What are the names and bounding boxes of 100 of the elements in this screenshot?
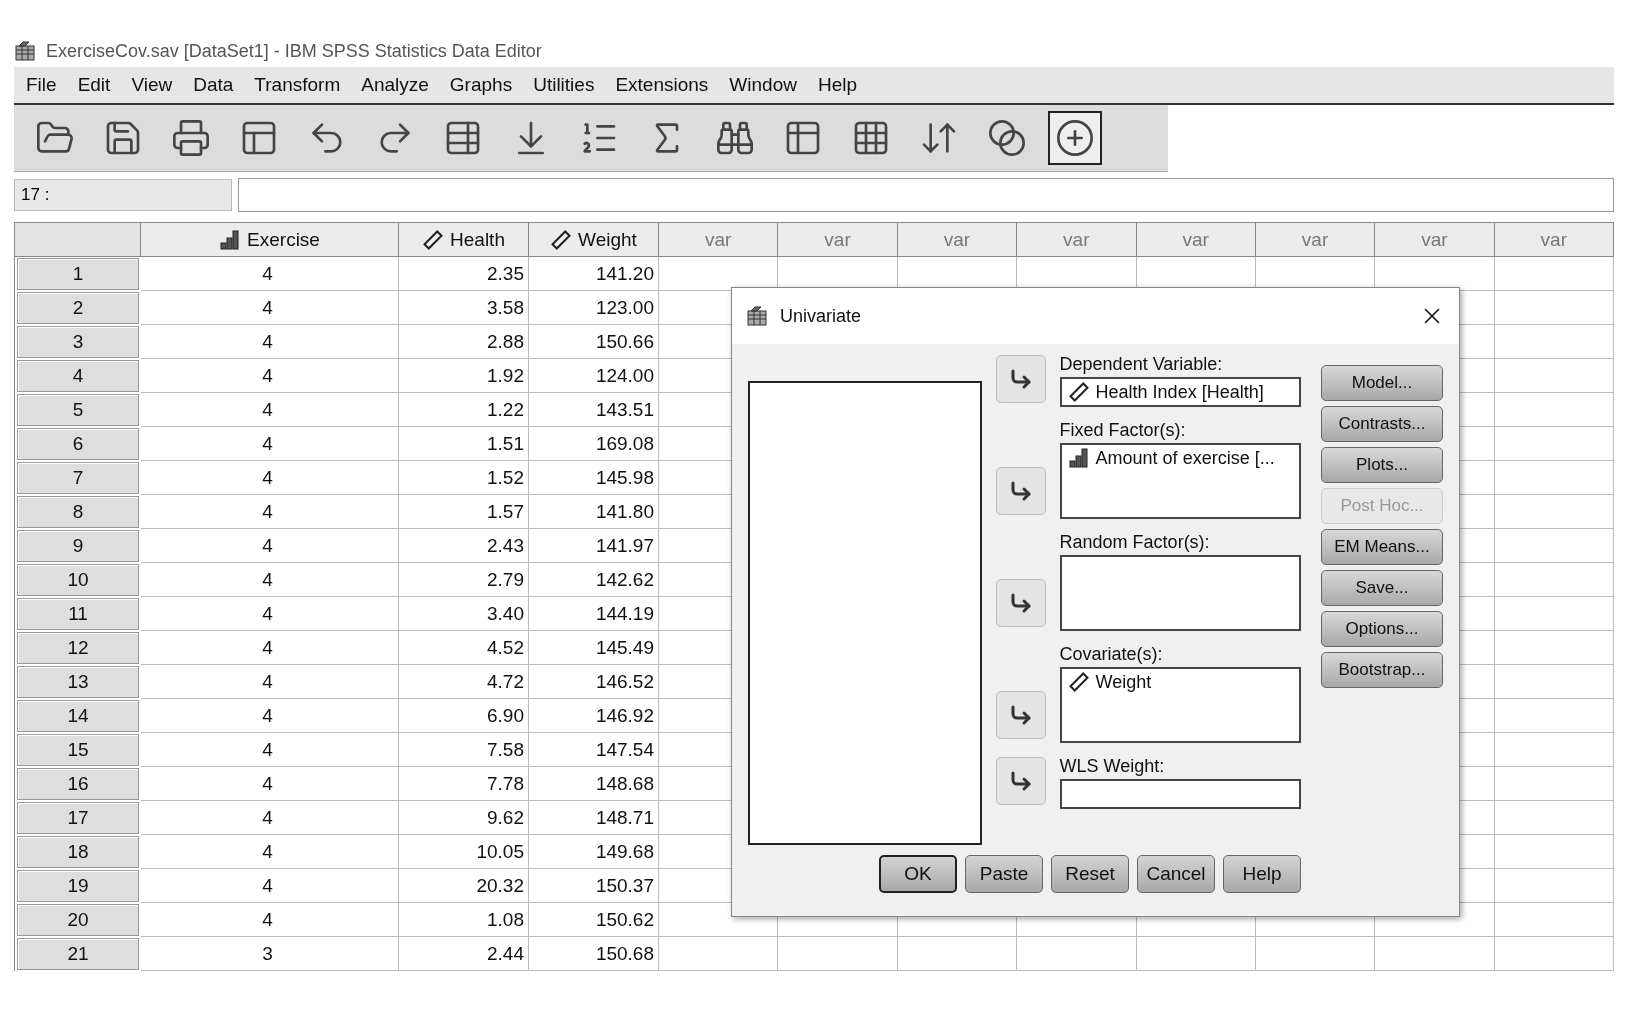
row-number[interactable]: 7 <box>17 462 139 494</box>
empty-cell[interactable] <box>897 937 1018 971</box>
empty-cell[interactable] <box>1494 699 1614 733</box>
move-arrow-button[interactable] <box>995 691 1046 739</box>
column-header[interactable]: var <box>1255 223 1376 257</box>
dialog-button[interactable]: Model... <box>1321 365 1443 401</box>
menu-item[interactable]: File <box>20 74 72 96</box>
empty-cell[interactable] <box>1494 563 1614 597</box>
dialog-button[interactable]: Plots... <box>1321 447 1443 483</box>
empty-cell[interactable] <box>1375 937 1495 971</box>
column-header[interactable]: var <box>1017 223 1137 257</box>
row-number[interactable]: 1 <box>17 258 139 290</box>
table-cell: 4 <box>141 699 399 733</box>
column-header[interactable]: var <box>1136 223 1256 257</box>
row-number[interactable]: 6 <box>17 428 139 460</box>
row-number[interactable]: 3 <box>17 326 139 358</box>
menu-item[interactable]: Edit <box>71 74 126 96</box>
row-number[interactable]: 15 <box>17 734 139 766</box>
menu-item[interactable]: Analyze <box>355 74 444 96</box>
variable-box[interactable]: Amount of exercise [... <box>1059 443 1301 519</box>
row-number[interactable]: 9 <box>17 530 139 562</box>
row-number[interactable]: 2 <box>17 292 139 324</box>
empty-cell[interactable] <box>1494 529 1614 563</box>
move-arrow-button[interactable] <box>995 355 1046 403</box>
row-number[interactable]: 11 <box>17 598 139 630</box>
empty-cell[interactable] <box>1494 937 1614 971</box>
empty-cell[interactable] <box>1255 937 1376 971</box>
menu-item[interactable]: Window <box>723 74 812 96</box>
dialog-button[interactable]: Help <box>1223 855 1301 893</box>
empty-cell[interactable] <box>659 937 779 971</box>
empty-cell[interactable] <box>1494 325 1614 359</box>
column-header[interactable]: var <box>897 223 1018 257</box>
column-header[interactable]: Exercise <box>141 223 399 257</box>
empty-cell[interactable] <box>1494 597 1614 631</box>
cell-value-field[interactable] <box>238 178 1614 212</box>
row-number[interactable]: 8 <box>17 496 139 528</box>
dialog-button[interactable]: Paste <box>965 855 1043 893</box>
dialog-button[interactable]: EM Means... <box>1321 529 1443 565</box>
dialog-button[interactable]: Reset <box>1051 855 1129 893</box>
menu-item[interactable]: Transform <box>248 74 356 96</box>
row-number[interactable]: 13 <box>17 666 139 698</box>
move-arrow-button[interactable] <box>995 467 1046 515</box>
dialog-button[interactable]: Cancel <box>1137 855 1215 893</box>
menu-item[interactable]: Data <box>187 74 249 96</box>
table-cell: 148.71 <box>529 801 659 835</box>
row-number[interactable]: 12 <box>17 632 139 664</box>
empty-cell[interactable] <box>1494 393 1614 427</box>
row-number[interactable]: 10 <box>17 564 139 596</box>
dialog-button[interactable]: Save... <box>1321 570 1443 606</box>
menu-item[interactable]: View <box>125 74 188 96</box>
column-header[interactable]: var <box>778 223 898 257</box>
empty-cell[interactable] <box>1494 801 1614 835</box>
row-number[interactable]: 19 <box>17 870 139 902</box>
row-number[interactable]: 18 <box>17 836 139 868</box>
variable-box[interactable] <box>1059 555 1301 631</box>
dialog-button[interactable]: Contrasts... <box>1321 406 1443 442</box>
empty-cell[interactable] <box>1494 257 1614 291</box>
empty-cell[interactable] <box>1494 495 1614 529</box>
column-header[interactable]: var <box>1494 223 1614 257</box>
empty-cell[interactable] <box>1494 291 1614 325</box>
row-number[interactable]: 16 <box>17 768 139 800</box>
empty-cell[interactable] <box>1494 665 1614 699</box>
row-number[interactable]: 17 <box>17 802 139 834</box>
empty-cell[interactable] <box>1494 461 1614 495</box>
empty-cell[interactable] <box>1494 427 1614 461</box>
column-header[interactable]: var <box>1375 223 1495 257</box>
empty-cell[interactable] <box>1494 835 1614 869</box>
empty-cell[interactable] <box>1136 937 1256 971</box>
dialog-button[interactable]: Options... <box>1321 611 1443 647</box>
menu-item[interactable]: Extensions <box>609 74 724 96</box>
table-cell: 150.37 <box>529 869 659 903</box>
variable-box[interactable]: Health Index [Health] <box>1059 377 1301 407</box>
menu-item[interactable]: Help <box>811 74 872 96</box>
dialog-button[interactable]: Bootstrap... <box>1321 652 1443 688</box>
column-header[interactable]: Health <box>399 223 529 257</box>
variable-box[interactable]: Weight <box>1059 667 1301 743</box>
empty-cell[interactable] <box>778 937 898 971</box>
variable-list[interactable] <box>748 381 982 845</box>
empty-cell[interactable] <box>1494 733 1614 767</box>
move-arrow-button[interactable] <box>995 579 1046 627</box>
row-number[interactable]: 21 <box>17 938 139 970</box>
empty-cell[interactable] <box>1494 869 1614 903</box>
empty-cell[interactable] <box>1494 631 1614 665</box>
toolbar-button[interactable] <box>1048 111 1102 165</box>
variable-box[interactable] <box>1059 779 1301 809</box>
move-arrow-button[interactable] <box>995 757 1046 805</box>
empty-cell[interactable] <box>1017 937 1137 971</box>
menu-item[interactable]: Graphs <box>443 74 528 96</box>
row-number[interactable]: 20 <box>17 904 139 936</box>
row-number[interactable]: 14 <box>17 700 139 732</box>
empty-cell[interactable] <box>1494 903 1614 937</box>
dialog-button[interactable]: OK <box>879 855 957 893</box>
menu-item[interactable]: Utilities <box>527 74 610 96</box>
empty-cell[interactable] <box>1494 767 1614 801</box>
table-cell: 144.19 <box>529 597 659 631</box>
empty-cell[interactable] <box>1494 359 1614 393</box>
row-number[interactable]: 4 <box>17 360 139 392</box>
column-header[interactable]: var <box>659 223 779 257</box>
row-number[interactable]: 5 <box>17 394 139 426</box>
column-header[interactable]: Weight <box>529 223 659 257</box>
